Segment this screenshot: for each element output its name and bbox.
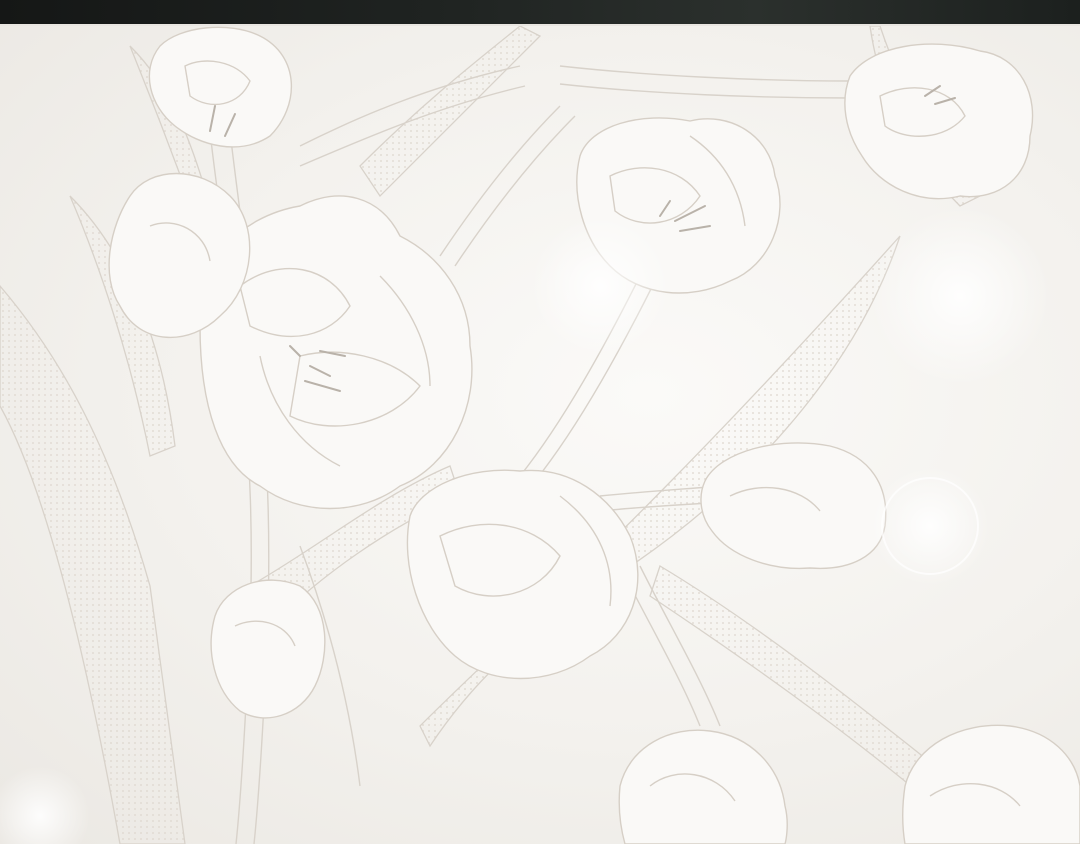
comic-panel bbox=[0, 0, 1080, 844]
tulip-lineart-svg bbox=[0, 26, 1080, 844]
dark-top-band bbox=[0, 0, 1080, 26]
floral-illustration bbox=[0, 26, 1080, 844]
leaf-icon bbox=[0, 26, 982, 844]
tulip-flower-icon bbox=[108, 26, 1080, 844]
